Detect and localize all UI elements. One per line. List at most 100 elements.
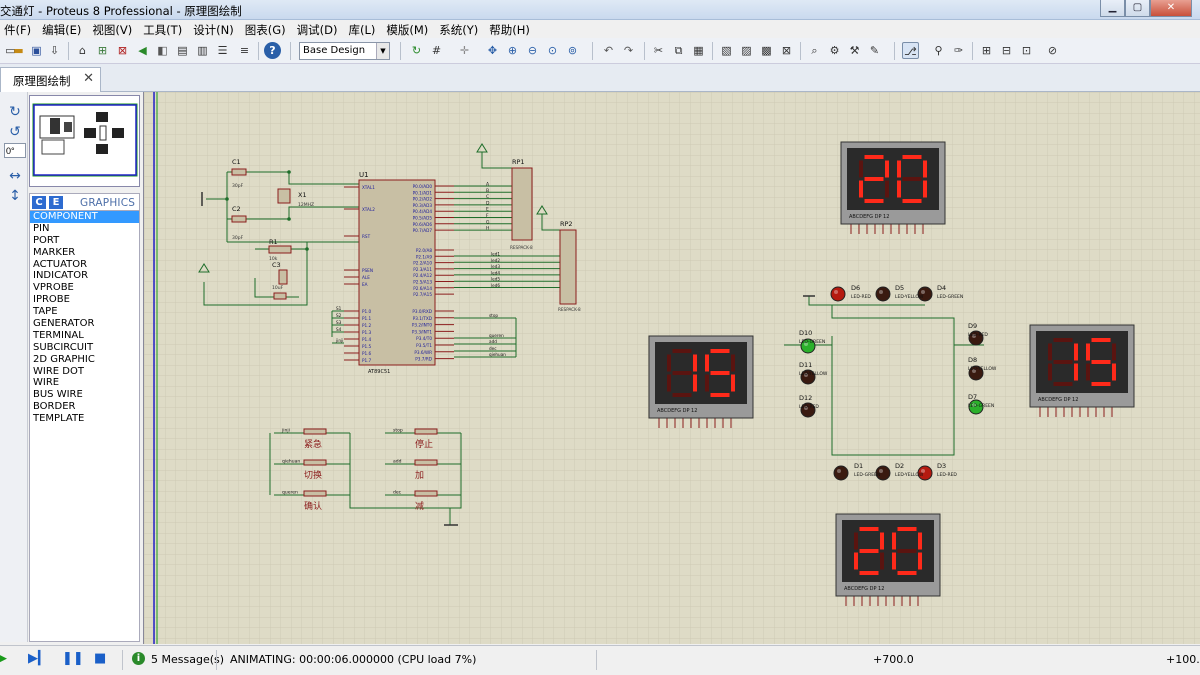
rotate-anticlockwise-icon[interactable]: ↺: [6, 124, 24, 140]
wire-autorouter-icon[interactable]: ⎇: [902, 42, 919, 59]
overview-window[interactable]: [29, 95, 140, 187]
schematic-icon[interactable]: ⊞: [94, 42, 111, 59]
tab-schematic-capture[interactable]: 原理图绘制 ✕: [0, 67, 101, 92]
segment: [864, 155, 884, 159]
step-icon[interactable]: ▶▎: [28, 652, 48, 666]
play-icon[interactable]: ▶: [0, 652, 7, 666]
block-rotate-icon[interactable]: ▩: [758, 42, 775, 59]
save-icon[interactable]: ▣: [28, 42, 45, 59]
3d-icon[interactable]: ◧: [154, 42, 171, 59]
zoom-area-icon[interactable]: ⊚: [564, 42, 581, 59]
edit-mode-icon[interactable]: E: [49, 196, 63, 209]
schematic-canvas[interactable]: C1 30pF C2 30pF X1 12MHZ R1 10k C3 10uF U1 AT89C51 X…: [143, 92, 1200, 644]
led-ref: D8: [968, 356, 977, 364]
mode-item-component[interactable]: COMPONENT: [30, 211, 139, 223]
rotate-clockwise-icon[interactable]: ↻: [6, 104, 24, 120]
design-selector[interactable]: Base Design ▼: [299, 42, 390, 60]
p0-net-label: F: [486, 213, 489, 219]
block-copy-icon[interactable]: ▧: [718, 42, 735, 59]
menu-design[interactable]: 设计(N): [189, 20, 241, 38]
netlist-icon[interactable]: ⊘: [1044, 42, 1061, 59]
pick-device-icon[interactable]: ⌕: [806, 42, 823, 59]
close-button[interactable]: ✕: [1150, 0, 1192, 17]
make-device-icon[interactable]: ⚙: [826, 42, 843, 59]
pause-icon[interactable]: ❚❚: [62, 652, 84, 666]
mode-item-marker[interactable]: MARKER: [30, 247, 139, 259]
property-tool-icon[interactable]: ✑: [950, 42, 967, 59]
mirror-y-icon[interactable]: ↕: [6, 188, 24, 204]
message-count[interactable]: 5 Message(s): [151, 653, 224, 666]
design-explorer-icon[interactable]: ☰: [214, 42, 231, 59]
copy-icon[interactable]: ⧉: [670, 42, 687, 59]
zoom-all-icon[interactable]: ⊙: [544, 42, 561, 59]
home-icon[interactable]: ⌂: [74, 42, 91, 59]
notes-icon[interactable]: ▥: [194, 42, 211, 59]
refresh-icon[interactable]: ↻: [408, 42, 425, 59]
mcu-pin-label-p2: P2.0/A8: [416, 248, 432, 253]
bom-icon[interactable]: ▤: [174, 42, 191, 59]
menu-template[interactable]: 模版(M): [382, 20, 435, 38]
grid-icon[interactable]: #: [428, 42, 445, 59]
menu-graph[interactable]: 图表(G): [241, 20, 293, 38]
mcu-pin-label-p0: P0.3/AD3: [413, 203, 433, 208]
remove-sheet-icon[interactable]: ⊟: [998, 42, 1015, 59]
segment: [897, 180, 901, 198]
mirror-x-icon[interactable]: ↔: [6, 168, 24, 184]
zoom-in-icon[interactable]: ⊕: [504, 42, 521, 59]
exit-to-parent-icon[interactable]: ⊡: [1018, 42, 1035, 59]
pan-icon[interactable]: ✥: [484, 42, 501, 59]
menu-file[interactable]: 件(F): [0, 20, 38, 38]
component-mode-icon[interactable]: C: [32, 196, 46, 209]
mode-item-tape[interactable]: TAPE: [30, 306, 139, 318]
source-code-icon[interactable]: ≡: [236, 42, 253, 59]
mode-item-wire-dot[interactable]: WIRE DOT: [30, 366, 139, 378]
gerber-icon[interactable]: ◀: [134, 42, 151, 59]
block-move-icon[interactable]: ▨: [738, 42, 755, 59]
mode-item-vprobe[interactable]: VPROBE: [30, 282, 139, 294]
mode-item-iprobe[interactable]: IPROBE: [30, 294, 139, 306]
open-folder-icon[interactable]: ▬: [10, 42, 27, 59]
menu-system[interactable]: 系统(Y): [435, 20, 485, 38]
rp2-part: RESPACK-8: [558, 307, 581, 312]
paste-icon[interactable]: ▦: [690, 42, 707, 59]
menu-edit[interactable]: 编辑(E): [38, 20, 88, 38]
mode-item-subcircuit[interactable]: SUBCIRCUIT: [30, 342, 139, 354]
import-icon[interactable]: ⇩: [46, 42, 63, 59]
origin-icon[interactable]: ✛: [456, 42, 473, 59]
stop-icon[interactable]: ■: [94, 652, 106, 666]
block-delete-icon[interactable]: ⊠: [778, 42, 795, 59]
rotation-angle-input[interactable]: [4, 143, 26, 158]
menu-view[interactable]: 视图(V): [88, 20, 139, 38]
button-net-label: qiehuan: [282, 459, 300, 465]
cut-icon[interactable]: ✂: [650, 42, 667, 59]
menu-library[interactable]: 库(L): [344, 20, 382, 38]
mode-item-2d-graphic[interactable]: 2D GRAPHIC: [30, 354, 139, 366]
pcb-icon[interactable]: ⊠: [114, 42, 131, 59]
mode-item-bus-wire[interactable]: BUS WIRE: [30, 389, 139, 401]
minimize-button[interactable]: ▁: [1100, 0, 1125, 17]
button-caption: 减: [415, 500, 424, 512]
search-tag-icon[interactable]: ⚲: [930, 42, 947, 59]
redo-icon[interactable]: ↷: [620, 42, 637, 59]
mode-item-wire[interactable]: WIRE: [30, 377, 139, 389]
close-tab-icon[interactable]: ✕: [83, 71, 94, 86]
undo-icon[interactable]: ↶: [600, 42, 617, 59]
mode-item-pin[interactable]: PIN: [30, 223, 139, 235]
decompose-icon[interactable]: ✎: [866, 42, 883, 59]
menu-help[interactable]: 帮助(H): [485, 20, 537, 38]
help-icon[interactable]: ?: [264, 42, 281, 59]
new-sheet-icon[interactable]: ⊞: [978, 42, 995, 59]
menu-debug[interactable]: 调试(D): [293, 20, 345, 38]
mode-item-port[interactable]: PORT: [30, 235, 139, 247]
mode-item-template[interactable]: TEMPLATE: [30, 413, 139, 425]
mode-item-actuator[interactable]: ACTUATOR: [30, 259, 139, 271]
info-icon[interactable]: i: [132, 652, 145, 665]
mode-item-border[interactable]: BORDER: [30, 401, 139, 413]
mode-item-generator[interactable]: GENERATOR: [30, 318, 139, 330]
menu-tools[interactable]: 工具(T): [139, 20, 189, 38]
mode-item-terminal[interactable]: TERMINAL: [30, 330, 139, 342]
maximize-button[interactable]: ▢: [1125, 0, 1150, 17]
packaging-icon[interactable]: ⚒: [846, 42, 863, 59]
mode-item-indicator[interactable]: INDICATOR: [30, 270, 139, 282]
zoom-out-icon[interactable]: ⊖: [524, 42, 541, 59]
